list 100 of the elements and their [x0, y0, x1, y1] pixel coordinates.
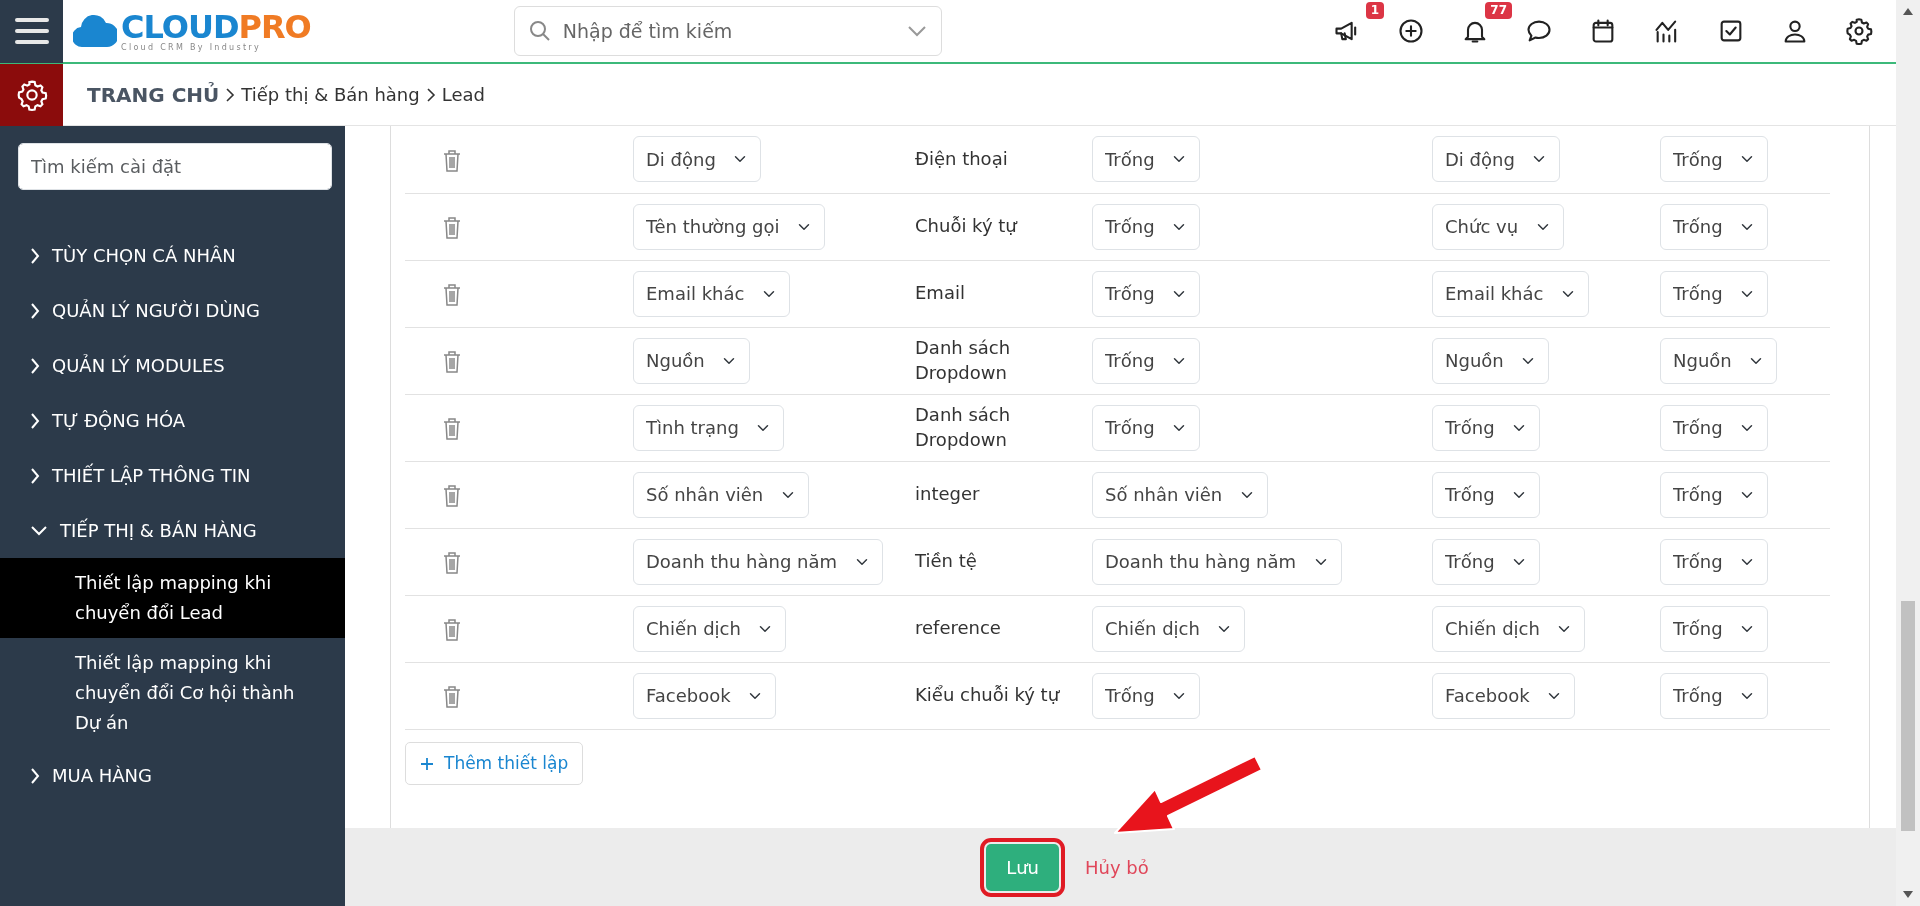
dropdown[interactable]: Trống: [1660, 136, 1768, 183]
dropdown[interactable]: Nguồn: [633, 337, 750, 384]
field-type-text: Kiểu chuỗi ký tự: [915, 683, 1061, 708]
sidebar-item[interactable]: TỰ ĐỘNG HÓA: [0, 393, 345, 448]
dropdown[interactable]: Trống: [1660, 471, 1768, 518]
field-type-text: Điện thoại: [915, 147, 1009, 172]
sidebar-subitem[interactable]: Thiết lập mapping khi chuyển đổi Lead: [0, 558, 345, 638]
chevron-right-icon: [30, 301, 40, 320]
search-field[interactable]: Tìm kiếm cài đặt: [18, 143, 332, 190]
trash-icon[interactable]: [443, 284, 461, 306]
scroll-down-icon[interactable]: [1903, 891, 1913, 898]
dropdown[interactable]: Tình trạng: [633, 404, 784, 451]
dropdown[interactable]: Trống: [1092, 337, 1200, 384]
item-label: TỰ ĐỘNG HÓA: [52, 409, 186, 433]
dropdown[interactable]: Số nhân viên: [1092, 471, 1268, 518]
cloud-icon: [73, 13, 117, 49]
item-label: QUẢN LÝ MODULES: [52, 353, 225, 378]
menu-button[interactable]: [0, 0, 63, 63]
chevron-right-icon: [30, 766, 40, 785]
dropdown[interactable]: Di động: [1432, 136, 1560, 183]
sidebar-item[interactable]: MUA HÀNG: [0, 748, 345, 803]
settings-button[interactable]: [0, 63, 63, 126]
sidebar-item[interactable]: THIẾT LẬP THÔNG TIN: [0, 448, 345, 503]
sidebar-item[interactable]: TÙY CHỌN CÁ NHÂN: [0, 228, 345, 283]
dropdown[interactable]: Trống: [1092, 270, 1200, 317]
chevron-right-icon: [425, 86, 436, 103]
dropdown[interactable]: Chức vụ: [1432, 203, 1564, 250]
dropdown[interactable]: Nguồn: [1432, 337, 1549, 384]
field-type-text: Email: [915, 281, 966, 306]
trash-icon[interactable]: [443, 485, 461, 507]
item-label: THIẾT LẬP THÔNG TIN: [52, 462, 251, 488]
dropdown[interactable]: Tên thường gọi: [633, 203, 825, 250]
field-type-text: Danh sách Dropdown: [915, 403, 1012, 452]
field-type-text: Tiền tệ: [915, 549, 978, 574]
dropdown[interactable]: Trống: [1660, 538, 1768, 585]
dropdown[interactable]: Trống: [1660, 270, 1768, 317]
scroll-up-icon[interactable]: [1903, 8, 1913, 15]
chevron-right-icon: [30, 411, 40, 430]
search-field[interactable]: Nhập để tìm kiếm: [513, 6, 942, 56]
field-type-text: integer: [915, 482, 981, 507]
trash-icon[interactable]: [443, 217, 461, 239]
dropdown[interactable]: Di động: [633, 136, 761, 183]
sidebar-item[interactable]: QUẢN LÝ MODULES: [0, 338, 345, 393]
trash-icon[interactable]: [443, 552, 461, 574]
dropdown[interactable]: Email khác: [1432, 270, 1589, 317]
chevron-right-icon: [30, 356, 40, 375]
breadcrumb-link[interactable]: Tiếp thị & Bán hàng: [241, 81, 420, 108]
chevron-down-icon: [906, 25, 927, 37]
dropdown[interactable]: Trống: [1660, 404, 1768, 451]
scrollbar-thumb[interactable]: [1901, 601, 1915, 831]
chevron-right-icon: [30, 466, 40, 485]
dropdown[interactable]: Trống: [1432, 404, 1540, 451]
breadcrumb-link[interactable]: Lead: [441, 81, 485, 108]
chevron-down-icon: [30, 524, 48, 537]
item-label: QUẢN LÝ NGƯỜI DÙNG: [52, 298, 260, 323]
add-setting-button[interactable]: Thêm thiết lập: [405, 741, 584, 785]
trash-icon[interactable]: [443, 686, 461, 708]
dropdown[interactable]: Doanh thu hàng năm: [1092, 538, 1342, 585]
dropdown[interactable]: Trống: [1660, 672, 1768, 719]
search-icon: [528, 20, 551, 42]
dropdown[interactable]: Trống: [1432, 471, 1540, 518]
add-icon: [1397, 17, 1425, 45]
field-type-text: Danh sách Dropdown: [915, 336, 1012, 385]
dropdown[interactable]: Trống: [1092, 404, 1200, 451]
item-label: TÙY CHỌN CÁ NHÂN: [52, 244, 236, 268]
sidebar-item[interactable]: QUẢN LÝ NGƯỜI DÙNG: [0, 283, 345, 338]
dropdown[interactable]: Trống: [1092, 203, 1200, 250]
chevron-right-icon: [225, 86, 236, 103]
dropdown[interactable]: Facebook: [633, 672, 776, 719]
settings-icon: [15, 78, 48, 111]
dropdown[interactable]: Chiến dịch: [633, 605, 786, 652]
dropdown[interactable]: Email khác: [633, 270, 790, 317]
dropdown[interactable]: Doanh thu hàng năm: [633, 538, 883, 585]
trash-icon[interactable]: [443, 149, 461, 172]
field-type-text: reference: [915, 616, 1002, 641]
item-label: TIẾP THỊ & BÁN HÀNG: [60, 517, 257, 543]
notification-badge: 1: [1365, 2, 1384, 20]
breadcrumb-link[interactable]: TRANG CHỦ: [87, 79, 220, 110]
dropdown[interactable]: Chiến dịch: [1092, 605, 1245, 652]
trash-icon[interactable]: [443, 351, 461, 373]
menu-icon: [14, 17, 49, 45]
dropdown[interactable]: Nguồn: [1660, 337, 1777, 384]
sidebar-subitem[interactable]: Thiết lập mapping khi chuyển đổi Cơ hội thành Dự án: [0, 638, 345, 748]
dropdown[interactable]: Trống: [1660, 203, 1768, 250]
dropdown[interactable]: Số nhân viên: [633, 471, 809, 518]
settings-icon: [1845, 17, 1873, 45]
chevron-right-icon: [30, 246, 40, 265]
item-label: MUA HÀNG: [52, 764, 152, 788]
trash-icon[interactable]: [443, 619, 461, 641]
sidebar-item[interactable]: TIẾP THỊ & BÁN HÀNG: [0, 503, 345, 558]
dropdown[interactable]: Trống: [1432, 538, 1540, 585]
dropdown[interactable]: Trống: [1660, 605, 1768, 652]
dropdown[interactable]: Facebook: [1432, 672, 1575, 719]
dropdown[interactable]: Trống: [1092, 672, 1200, 719]
notification-badge: 77: [1485, 2, 1512, 20]
trash-icon[interactable]: [443, 418, 461, 440]
plus-icon: [420, 756, 434, 771]
dropdown[interactable]: Trống: [1092, 136, 1200, 183]
settings-button[interactable]: [1844, 16, 1874, 46]
dropdown[interactable]: Chiến dịch: [1432, 605, 1585, 652]
